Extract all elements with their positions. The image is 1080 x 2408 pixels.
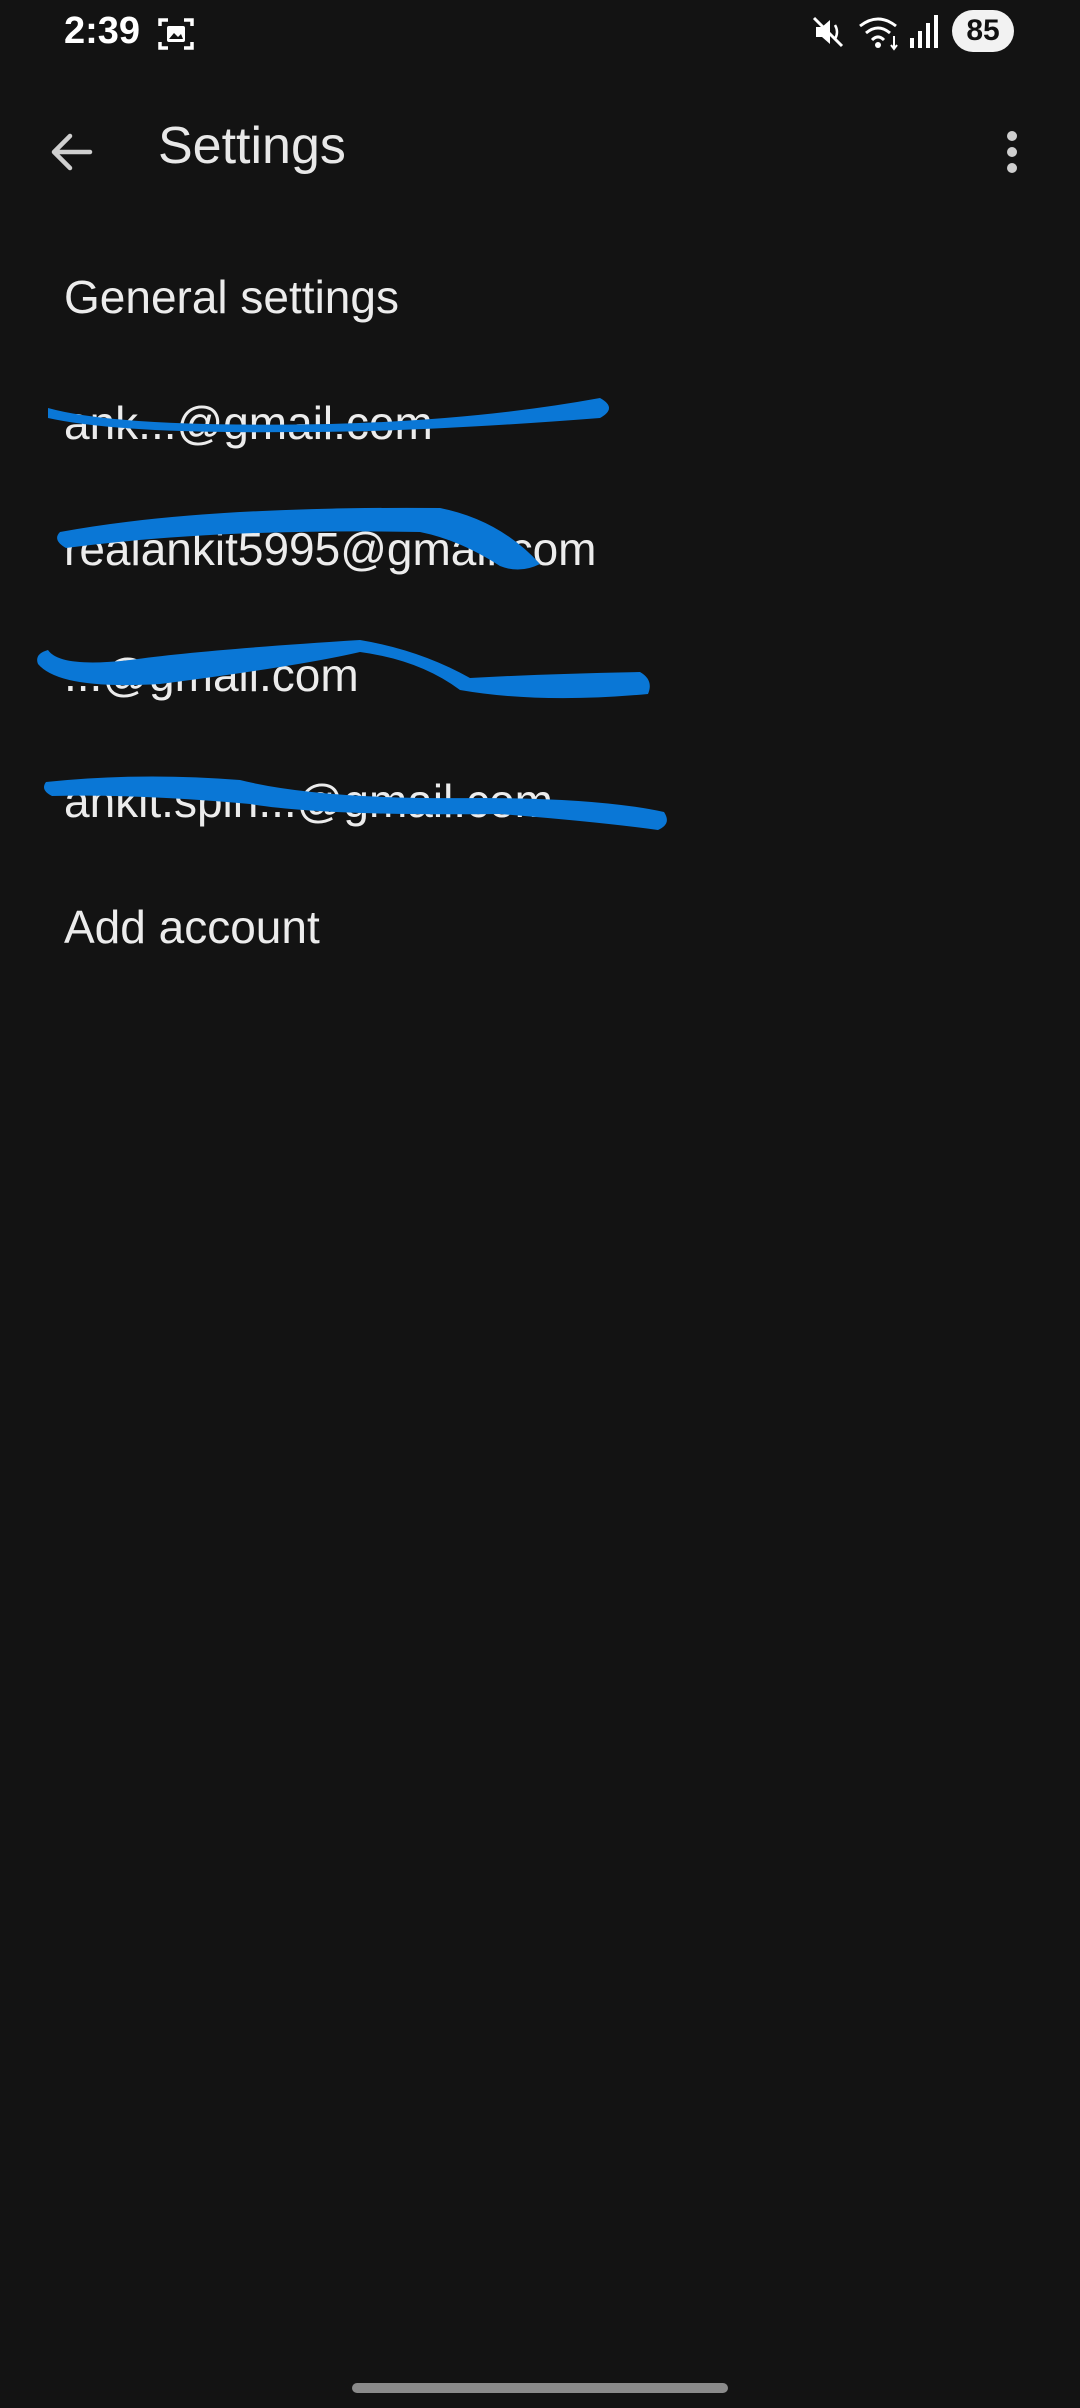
general-settings-item[interactable]: General settings — [0, 234, 1080, 360]
signal-icon — [910, 15, 938, 48]
back-arrow-icon[interactable] — [40, 120, 104, 184]
wifi-icon — [859, 17, 898, 51]
screenshot-icon — [158, 18, 194, 50]
status-bar: 2:39 85 — [0, 0, 1080, 64]
home-indicator[interactable] — [352, 2383, 728, 2393]
status-time: 2:39 — [64, 10, 141, 52]
page-title: Settings — [158, 117, 346, 175]
account-item-1[interactable]: ank...@gmail.com — [0, 360, 1080, 486]
more-vert-icon[interactable] — [988, 120, 1036, 184]
account-item-3[interactable]: ...@gmail.com — [0, 612, 1080, 738]
account-item-4[interactable]: ankit.spin...@gmail.com — [0, 738, 1080, 864]
battery-level: 85 — [952, 10, 1014, 52]
account-item-2[interactable]: realankit5995@gmail.com — [0, 486, 1080, 612]
add-account-item[interactable]: Add account — [0, 864, 1080, 990]
mute-icon — [812, 16, 844, 48]
settings-list: General settings ank...@gmail.com realan… — [0, 234, 1080, 990]
app-bar: Settings — [0, 100, 1080, 196]
